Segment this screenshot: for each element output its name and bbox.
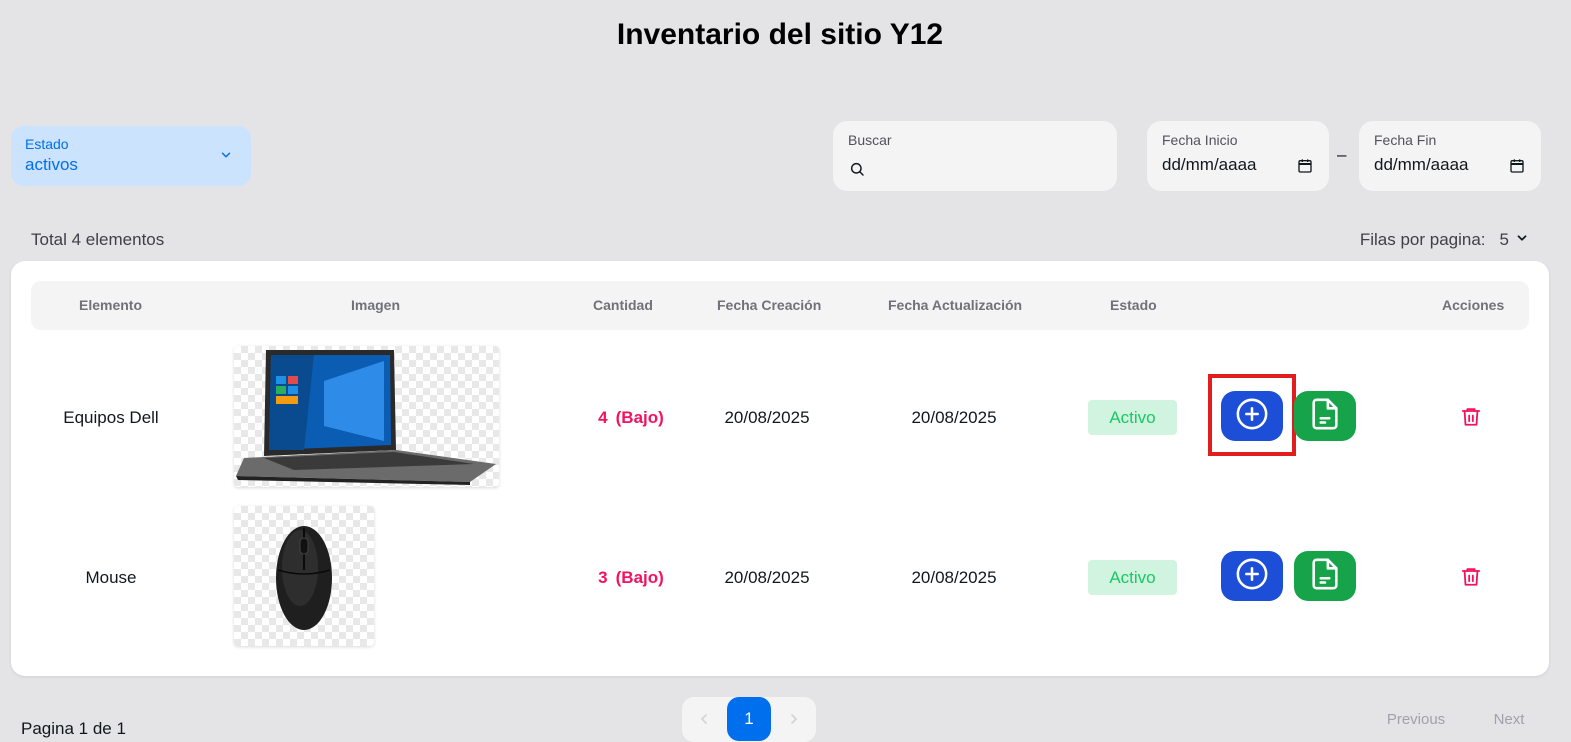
header-imagen: Imagen	[351, 297, 401, 313]
inventory-table: Elemento Imagen Cantidad Fecha Creación …	[11, 261, 1549, 676]
page-indicator: Pagina 1 de 1	[21, 719, 126, 738]
estado-label: Estado	[25, 136, 69, 152]
header-acciones: Acciones	[1442, 297, 1505, 313]
next-button[interactable]: Next	[1470, 700, 1548, 740]
fecha-inicio-label: Fecha Inicio	[1162, 132, 1238, 148]
file-text-icon	[1308, 557, 1342, 596]
total-count: Total 4 elementos	[31, 230, 165, 249]
header-estado: Estado	[1110, 297, 1157, 313]
document-button[interactable]	[1294, 391, 1356, 441]
header-fecha-actualizacion: Fecha Actualización	[888, 297, 1023, 313]
plus-circle-icon	[1235, 557, 1269, 596]
trash-icon[interactable]	[1460, 564, 1482, 594]
fecha-fin-label: Fecha Fin	[1374, 132, 1437, 148]
chevron-right-icon[interactable]	[786, 711, 802, 732]
quantity-value: 4	[598, 408, 608, 427]
header-cantidad: Cantidad	[593, 297, 653, 313]
page-button-current[interactable]: 1	[727, 697, 771, 741]
file-text-icon	[1308, 397, 1342, 436]
rows-per-page-value[interactable]: 5	[1500, 230, 1509, 250]
updated-date: 20/08/2025	[911, 568, 997, 587]
fecha-fin-value[interactable]: dd/mm/aaaa	[1374, 155, 1526, 175]
fecha-inicio-value[interactable]: dd/mm/aaaa	[1162, 155, 1314, 175]
search-icon	[849, 161, 865, 182]
chevron-left-icon[interactable]	[696, 711, 712, 732]
estado-select[interactable]: Estado activos	[11, 126, 251, 186]
page-title: Inventario del sitio Y12	[616, 18, 944, 51]
updated-date: 20/08/2025	[911, 408, 997, 427]
laptop-image	[234, 346, 499, 487]
fecha-fin-field[interactable]: Fecha Fin dd/mm/aaaa	[1359, 121, 1541, 191]
table-header: Elemento Imagen Cantidad Fecha Creación …	[31, 281, 1529, 330]
previous-button[interactable]: Previous	[1374, 700, 1458, 740]
rows-per-page-label: Filas por pagina:	[1359, 230, 1486, 249]
quantity-status: (Bajo)	[615, 568, 664, 587]
document-button[interactable]	[1294, 551, 1356, 601]
mouse-image	[234, 506, 374, 646]
search-label: Buscar	[848, 132, 892, 148]
search-field[interactable]: Buscar	[833, 121, 1117, 191]
header-elemento: Elemento	[79, 297, 143, 313]
quantity: 3 (Bajo)	[571, 568, 691, 588]
created-date: 20/08/2025	[724, 568, 810, 587]
chevron-down-icon	[1515, 230, 1529, 250]
fecha-inicio-field[interactable]: Fecha Inicio dd/mm/aaaa	[1147, 121, 1329, 191]
trash-icon[interactable]	[1460, 404, 1482, 434]
status-badge: Activo	[1088, 560, 1177, 595]
created-date: 20/08/2025	[724, 408, 810, 427]
quantity: 4 (Bajo)	[571, 408, 691, 428]
header-fecha-creacion: Fecha Creación	[717, 297, 822, 313]
plus-circle-icon	[1235, 397, 1269, 436]
chevron-down-icon	[219, 148, 233, 167]
add-button[interactable]	[1221, 551, 1283, 601]
calendar-icon[interactable]	[1297, 158, 1313, 179]
quantity-value: 3	[598, 568, 608, 587]
quantity-status: (Bajo)	[615, 408, 664, 427]
row-name: Equipos Dell	[63, 408, 159, 427]
estado-value: activos	[25, 155, 78, 174]
date-separator: –	[1337, 145, 1347, 164]
row-name: Mouse	[85, 568, 137, 587]
pagination: 1	[682, 697, 816, 742]
status-badge: Activo	[1088, 400, 1177, 435]
calendar-icon[interactable]	[1509, 158, 1525, 179]
search-input[interactable]	[873, 157, 1103, 181]
rows-per-page[interactable]: Filas por pagina: 5	[1360, 230, 1529, 250]
add-button[interactable]	[1221, 391, 1283, 441]
